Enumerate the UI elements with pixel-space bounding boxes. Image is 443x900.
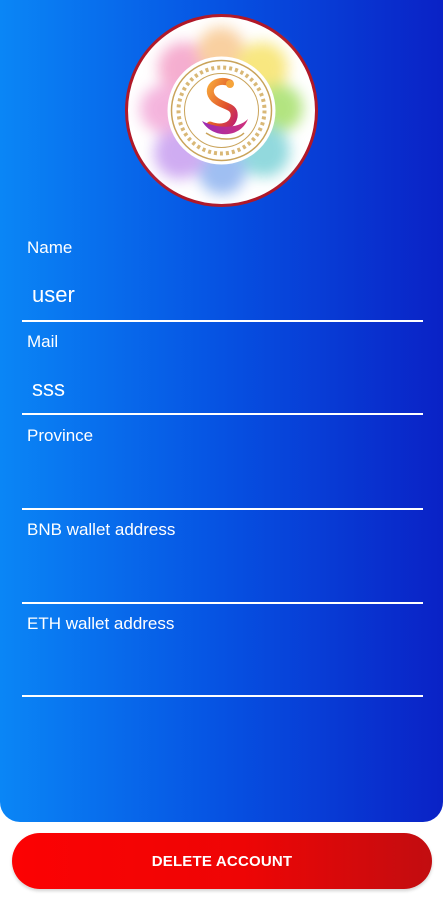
- name-field[interactable]: user: [32, 282, 75, 308]
- mail-field[interactable]: sss: [32, 376, 65, 402]
- bnb-wallet-label: BNB wallet address: [27, 520, 176, 539]
- name-underline: [22, 320, 423, 322]
- bnb-wallet-underline: [22, 602, 423, 604]
- eth-wallet-underline: [22, 695, 423, 697]
- eth-wallet-label: ETH wallet address: [27, 614, 175, 633]
- province-label: Province: [27, 426, 94, 445]
- mail-underline: [22, 413, 423, 415]
- eth-wallet-field[interactable]: [32, 658, 412, 684]
- province-field[interactable]: [32, 470, 412, 496]
- name-label: Name: [27, 238, 73, 257]
- bnb-wallet-field[interactable]: [32, 564, 412, 590]
- delete-account-button[interactable]: DELETE ACCOUNT: [12, 833, 432, 889]
- mail-label: Mail: [27, 332, 59, 351]
- swan-logo-icon: [125, 14, 318, 207]
- province-underline: [22, 508, 423, 510]
- avatar[interactable]: [124, 13, 319, 208]
- profile-panel: Name user Mail sss Province BNB wallet a…: [0, 0, 443, 822]
